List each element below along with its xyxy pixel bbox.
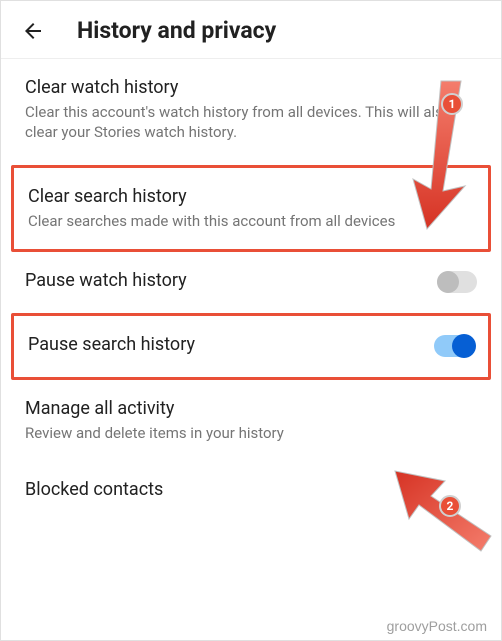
pause-watch-toggle[interactable]: [437, 271, 477, 293]
item-subtitle: Clear this account's watch history from …: [25, 102, 477, 143]
back-arrow-icon[interactable]: [21, 19, 45, 43]
item-title: Clear watch history: [25, 77, 477, 98]
pause-search-history-item[interactable]: Pause search history: [14, 316, 488, 377]
item-subtitle: Clear searches made with this account fr…: [28, 211, 474, 231]
settings-list: Clear watch history Clear this account's…: [1, 59, 501, 512]
item-subtitle: Review and delete items in your history: [25, 423, 477, 443]
pause-search-toggle[interactable]: [434, 335, 474, 357]
pause-watch-history-item[interactable]: Pause watch history: [1, 252, 501, 313]
item-title: Blocked contacts: [25, 479, 477, 500]
item-title: Pause watch history: [25, 270, 187, 291]
clear-search-history-item[interactable]: Clear search history Clear searches made…: [14, 168, 488, 249]
item-title: Pause search history: [28, 334, 195, 355]
item-title: Clear search history: [28, 186, 474, 207]
clear-watch-history-item[interactable]: Clear watch history Clear this account's…: [1, 59, 501, 161]
annotation-highlight-1: Clear search history Clear searches made…: [11, 165, 491, 252]
blocked-contacts-item[interactable]: Blocked contacts: [1, 461, 501, 512]
item-title: Manage all activity: [25, 398, 477, 419]
header: History and privacy: [1, 1, 501, 59]
annotation-highlight-2: Pause search history: [11, 313, 491, 380]
manage-all-activity-item[interactable]: Manage all activity Review and delete it…: [1, 380, 501, 461]
watermark-text: groovyPost.com: [387, 618, 487, 634]
page-title: History and privacy: [77, 17, 276, 44]
